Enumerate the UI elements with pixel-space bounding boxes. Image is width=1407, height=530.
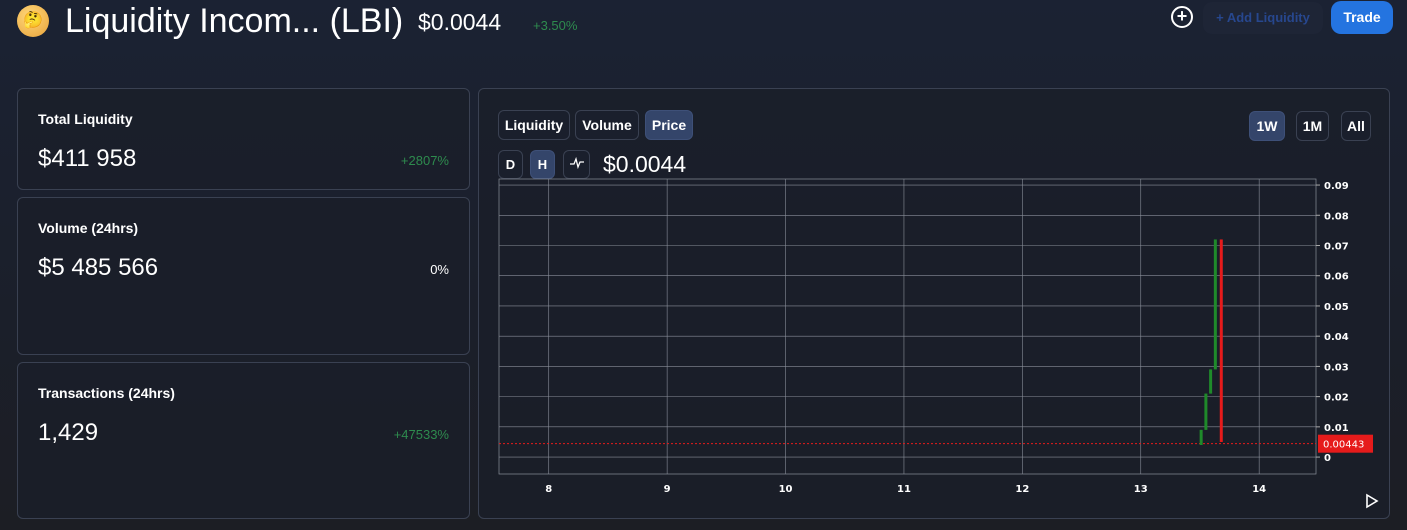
candle-down [1219,239,1223,442]
candle-up [1213,239,1217,370]
x-tick-label: 8 [545,484,552,495]
x-tick-label: 9 [664,484,671,495]
chart-panel: Liquidity Volume Price D H $0.0044 1W 1M… [478,88,1390,519]
stat-label: Volume (24hrs) [38,220,139,236]
add-liquidity-button[interactable]: + Add Liquidity [1203,2,1323,34]
stat-card-volume: Volume (24hrs) $5 485 566 0% [17,197,470,355]
x-tick-label: 14 [1252,484,1266,495]
price-change: +3.50% [533,18,578,33]
price-chart[interactable]: 0 0.01 0.02 0.03 0.04 0.05 0.06 0.07 0.08 0.09 8 9 1… [479,89,1391,520]
candle-up [1199,429,1203,445]
y-tick-label: 0.06 [1324,272,1349,283]
token-emoji-icon: 🤔 [17,5,49,37]
stat-change: +2807% [400,153,449,168]
stat-card-total-liquidity: Total Liquidity $411 958 +2807% [17,88,470,190]
x-tick-label: 10 [779,484,793,495]
stat-change: +47533% [393,427,449,442]
candle-up [1209,369,1213,394]
trade-button[interactable]: Trade [1331,1,1393,34]
y-tick-label: 0 [1324,453,1331,464]
add-watchlist-plus-icon[interactable]: + [1171,6,1193,28]
stat-label: Transactions (24hrs) [38,385,175,401]
scroll-to-latest-play-icon[interactable] [1365,493,1379,514]
token-title: Liquidity Incom... (LBI) [65,2,404,40]
candle-up [1204,393,1208,430]
x-tick-label: 11 [897,484,911,495]
y-tick-label: 0.04 [1324,332,1349,343]
last-price-label: 0.00443 [1323,440,1364,451]
y-tick-label: 0.02 [1324,393,1349,404]
y-tick-label: 0.01 [1324,423,1349,434]
x-tick-label: 13 [1134,484,1148,495]
y-tick-label: 0.05 [1324,302,1349,313]
y-tick-label: 0.07 [1324,241,1349,252]
y-tick-label: 0.08 [1324,211,1349,222]
stat-label: Total Liquidity [38,111,133,127]
y-tick-label: 0.03 [1324,362,1349,373]
stat-value: $411 958 [38,145,137,172]
plot-border [498,178,1317,475]
y-tick-label: 0.09 [1324,181,1349,192]
stat-change: 0% [430,262,449,277]
token-price: $0.0044 [418,9,502,35]
stat-card-transactions: Transactions (24hrs) 1,429 +47533% [17,362,470,519]
x-tick-label: 12 [1015,484,1029,495]
stat-value: $5 485 566 [38,254,159,281]
stat-value: 1,429 [38,419,99,446]
